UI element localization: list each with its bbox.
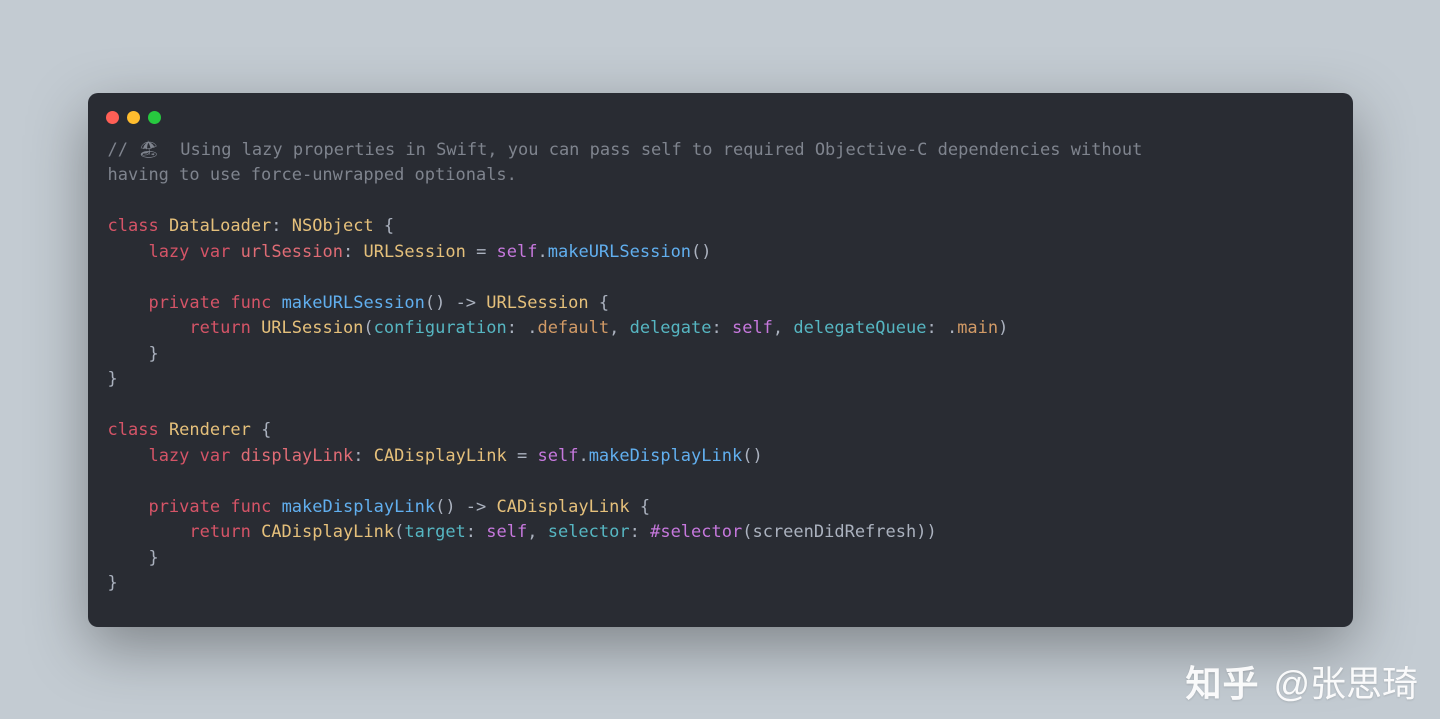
- kw-private: private: [148, 497, 220, 517]
- type-name: CADisplayLink: [261, 522, 394, 542]
- minimize-icon[interactable]: [127, 111, 140, 124]
- kw-self: self: [486, 522, 527, 542]
- kw-func: func: [230, 293, 271, 313]
- code-block: // 🏖 Using lazy properties in Swift, you…: [88, 138, 1353, 597]
- arg-label: selector: [548, 522, 630, 542]
- enum-case: default: [537, 318, 609, 338]
- property-name: displayLink: [241, 446, 354, 466]
- kw-var: var: [200, 446, 231, 466]
- kw-private: private: [148, 293, 220, 313]
- arg-label: delegateQueue: [793, 318, 926, 338]
- kw-class: class: [108, 216, 159, 236]
- type-name: URLSession: [363, 242, 465, 262]
- type-name: CADisplayLink: [497, 497, 630, 517]
- kw-return: return: [189, 318, 250, 338]
- enum-case: main: [957, 318, 998, 338]
- func-name: makeDisplayLink: [282, 497, 436, 517]
- func-name: makeURLSession: [282, 293, 425, 313]
- kw-lazy: lazy: [148, 446, 189, 466]
- kw-selector: #selector: [650, 522, 742, 542]
- property-name: urlSession: [241, 242, 343, 262]
- kw-return: return: [189, 522, 250, 542]
- kw-lazy: lazy: [148, 242, 189, 262]
- class-name: Renderer: [169, 420, 251, 440]
- arg-label: target: [404, 522, 465, 542]
- code-window: // 🏖 Using lazy properties in Swift, you…: [88, 93, 1353, 627]
- kw-var: var: [200, 242, 231, 262]
- watermark-author: @张思琦: [1273, 655, 1418, 707]
- comment-text: // 🏖 Using lazy properties in Swift, you…: [108, 140, 1153, 160]
- window-titlebar: [88, 111, 1353, 138]
- kw-self: self: [732, 318, 773, 338]
- func-call: makeDisplayLink: [589, 446, 743, 466]
- class-name: DataLoader: [169, 216, 271, 236]
- type-name: NSObject: [292, 216, 374, 236]
- kw-self: self: [497, 242, 538, 262]
- type-name: CADisplayLink: [374, 446, 507, 466]
- comment-text: having to use force-unwrapped optionals.: [108, 165, 517, 185]
- kw-func: func: [230, 497, 271, 517]
- watermark: 知乎 @张思琦: [1185, 655, 1418, 707]
- close-icon[interactable]: [106, 111, 119, 124]
- func-call: makeURLSession: [548, 242, 691, 262]
- selector-arg: screenDidRefresh: [752, 522, 916, 542]
- type-name: URLSession: [261, 318, 363, 338]
- arg-label: delegate: [630, 318, 712, 338]
- zoom-icon[interactable]: [148, 111, 161, 124]
- kw-self: self: [537, 446, 578, 466]
- type-name: URLSession: [486, 293, 588, 313]
- kw-class: class: [108, 420, 159, 440]
- watermark-logo: 知乎: [1185, 655, 1259, 707]
- arg-label: configuration: [374, 318, 507, 338]
